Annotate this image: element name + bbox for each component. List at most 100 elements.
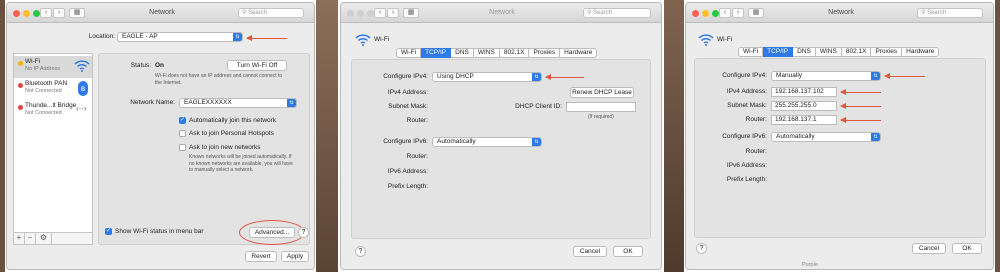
- tab-wins[interactable]: WINS: [473, 48, 500, 58]
- service-item-thunderbolt[interactable]: Thunde...lt Bridge Not Connected ‹··›: [14, 100, 92, 122]
- location-select[interactable]: EAGLE - AP ⇅: [117, 32, 243, 42]
- tab-hardware[interactable]: Hardware: [902, 47, 940, 57]
- location-value: EAGLE - AP: [122, 33, 158, 40]
- window-title: Network: [828, 9, 854, 16]
- configure-ipv6-select[interactable]: Automatically ⇅: [771, 132, 881, 142]
- network-name-value: EAGLEXXXXXX: [184, 99, 232, 106]
- cancel-button[interactable]: Cancel: [573, 246, 607, 257]
- window-title: Network: [489, 9, 515, 16]
- close-button[interactable]: [692, 10, 699, 17]
- show-all-grid-icon[interactable]: ▦: [69, 8, 85, 18]
- service-status: Not Connected: [25, 88, 62, 94]
- ask-new-checkbox[interactable]: [179, 144, 186, 151]
- configure-ipv4-select[interactable]: Using DHCP ⇅: [432, 72, 542, 82]
- subnet-mask-input[interactable]: 255.255.255.0: [771, 101, 837, 111]
- tab-wifi[interactable]: Wi-Fi: [738, 47, 764, 57]
- turn-wifi-off-button[interactable]: Turn Wi-Fi Off: [227, 60, 287, 71]
- title-bar: ‹ › ▦ Network ⚲ Search: [341, 3, 661, 23]
- desktop-background-left: [0, 0, 5, 272]
- bluetooth-icon: ʙ: [78, 81, 88, 96]
- service-status: No IP Address: [25, 66, 61, 72]
- search-placeholder: Search: [593, 10, 613, 16]
- zoom-button[interactable]: [367, 10, 374, 17]
- zoom-button[interactable]: [712, 10, 719, 17]
- search-placeholder: Search: [248, 10, 268, 16]
- back-button[interactable]: ‹: [719, 8, 731, 18]
- revert-button[interactable]: Revert: [245, 251, 277, 262]
- cancel-button[interactable]: Cancel: [912, 243, 946, 254]
- chevron-updown-icon: ⇅: [532, 138, 541, 146]
- prefix-length-label: Prefix Length:: [726, 176, 767, 183]
- forward-button[interactable]: ›: [53, 8, 65, 18]
- ipv4-address-input[interactable]: 192.168.137.102: [771, 87, 837, 97]
- apply-button[interactable]: Apply: [281, 251, 309, 262]
- close-button[interactable]: [13, 10, 20, 17]
- search-input[interactable]: ⚲ Search: [583, 8, 651, 18]
- help-button[interactable]: ?: [355, 246, 366, 257]
- location-label: Location:: [88, 33, 115, 40]
- tab-proxies[interactable]: Proxies: [529, 48, 561, 58]
- minimize-button[interactable]: [23, 10, 30, 17]
- tab-tcpip[interactable]: TCP/IP: [763, 47, 794, 57]
- configure-ipv6-select[interactable]: Automatically ⇅: [432, 137, 542, 147]
- configure-ipv4-select[interactable]: Manually ⇅: [771, 71, 881, 81]
- forward-button[interactable]: ›: [387, 8, 399, 18]
- tab-hardware[interactable]: Hardware: [560, 48, 598, 58]
- service-list-footer: + − ⚙: [13, 233, 93, 245]
- tcpip-panel: Configure IPv4: Using DHCP ⇅ IPv4 Address…: [351, 59, 651, 239]
- configure-ipv4-value: Manually: [776, 72, 803, 79]
- chevron-updown-icon: ⇅: [233, 33, 242, 41]
- chevron-updown-icon: ⇅: [287, 99, 296, 107]
- back-button[interactable]: ‹: [40, 8, 52, 18]
- renew-dhcp-lease-button[interactable]: Renew DHCP Lease: [570, 87, 634, 98]
- annotation-arrow-ipv4-address: [840, 89, 881, 95]
- minimize-button[interactable]: [357, 10, 364, 17]
- dhcp-client-id-input[interactable]: [566, 102, 636, 112]
- service-item-bluetooth[interactable]: Bluetooth PAN Not Connected ʙ: [14, 78, 92, 100]
- ipv4-address-label: IPv4 Address:: [387, 89, 428, 96]
- thunderbolt-bridge-icon: ‹··›: [76, 104, 87, 113]
- forward-button[interactable]: ›: [732, 8, 744, 18]
- search-input[interactable]: ⚲ Search: [917, 8, 983, 18]
- ipv4-address-label: IPv4 Address:: [726, 88, 767, 95]
- wifi-label: Wi-Fi: [374, 36, 390, 43]
- configure-ipv6-label: Configure IPv6:: [383, 138, 428, 145]
- zoom-button[interactable]: [33, 10, 40, 17]
- tab-dns[interactable]: DNS: [793, 47, 816, 57]
- router-input[interactable]: 192.168.137.1: [771, 115, 837, 125]
- tab-tcpip[interactable]: TCP/IP: [421, 48, 452, 58]
- network-window-main: ‹ › ▦ Network ⚲ Search Location: EAGLE -…: [6, 2, 315, 270]
- tab-8021x[interactable]: 802.1X: [499, 48, 530, 58]
- ok-button[interactable]: OK: [613, 246, 643, 257]
- tab-wifi[interactable]: Wi-Fi: [396, 48, 422, 58]
- close-button[interactable]: [347, 10, 354, 17]
- tab-dns[interactable]: DNS: [451, 48, 474, 58]
- help-button[interactable]: ?: [298, 227, 309, 238]
- footer-text: Purple: [802, 262, 818, 268]
- show-all-grid-icon[interactable]: ▦: [748, 8, 764, 18]
- auto-join-checkbox[interactable]: ✓: [179, 117, 186, 124]
- show-status-label: Show Wi-Fi status in menu bar: [115, 228, 204, 235]
- status-label: Status:: [130, 62, 151, 69]
- tab-bar: Wi-Fi TCP/IP DNS WINS 802.1X Proxies Har…: [396, 48, 598, 58]
- tab-8021x[interactable]: 802.1X: [841, 47, 872, 57]
- show-all-grid-icon[interactable]: ▦: [403, 8, 419, 18]
- tab-bar: Wi-Fi TCP/IP DNS WINS 802.1X Proxies Har…: [738, 47, 940, 57]
- ask-hotspots-checkbox[interactable]: [179, 130, 186, 137]
- search-input[interactable]: ⚲ Search: [238, 8, 304, 18]
- add-service-button[interactable]: +: [14, 233, 25, 244]
- service-name: Wi-Fi: [25, 58, 41, 65]
- remove-service-button[interactable]: −: [25, 233, 36, 244]
- title-bar: ‹ › ▦ Network ⚲ Search: [7, 3, 314, 23]
- gear-icon[interactable]: ⚙: [36, 233, 52, 244]
- help-button[interactable]: ?: [696, 243, 707, 254]
- wifi-label: Wi-Fi: [717, 36, 733, 43]
- service-item-wifi[interactable]: Wi-Fi No IP Address: [14, 56, 92, 78]
- tab-wins[interactable]: WINS: [815, 47, 842, 57]
- back-button[interactable]: ‹: [374, 8, 386, 18]
- show-status-checkbox[interactable]: ✓: [105, 228, 112, 235]
- minimize-button[interactable]: [702, 10, 709, 17]
- ok-button[interactable]: OK: [952, 243, 982, 254]
- network-name-select[interactable]: EAGLEXXXXXX ⇅: [179, 98, 297, 108]
- tab-proxies[interactable]: Proxies: [871, 47, 903, 57]
